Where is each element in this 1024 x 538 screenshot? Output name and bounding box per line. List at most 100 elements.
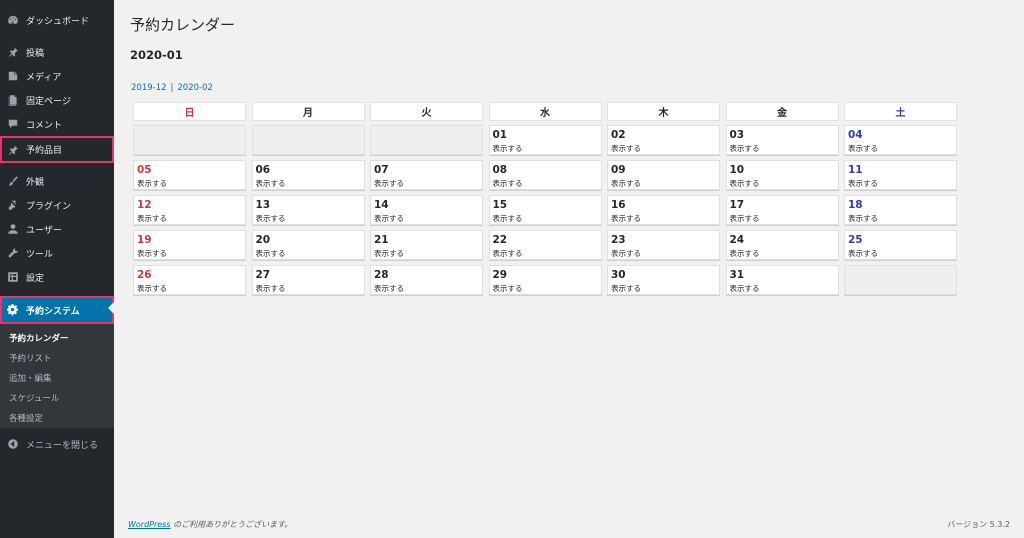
menu-tools[interactable]: ツール — [0, 241, 114, 265]
menu-label: 設定 — [26, 273, 45, 284]
calendar-day-cell: 07 表示する — [370, 160, 483, 190]
calendar-day-cell: 31 表示する — [725, 265, 839, 295]
calendar-day-cell: 19 表示する — [133, 230, 246, 260]
show-day-link[interactable]: 表示する — [611, 143, 641, 154]
collapse-menu-button[interactable]: メニューを閉じる — [0, 432, 114, 456]
month-title: 2020-01 — [130, 48, 183, 62]
day-number: 25 — [848, 234, 863, 246]
show-day-link[interactable]: 表示する — [611, 248, 641, 259]
day-number: 15 — [492, 199, 508, 211]
menu-plugins[interactable]: プラグイン — [0, 193, 114, 217]
calendar-day-cell: 28 表示する — [370, 265, 483, 295]
page-icon — [6, 93, 20, 107]
show-day-link[interactable]: 表示する — [137, 283, 167, 294]
day-number: 06 — [255, 164, 271, 176]
show-day-link[interactable]: 表示する — [493, 143, 523, 154]
calendar-day-cell: 10 表示する — [725, 160, 839, 190]
calendar-empty-cell — [133, 125, 246, 155]
calendar-day-cell: 16 表示する — [607, 195, 720, 225]
admin-sidebar: ダッシュボード 投稿 メディア 固定ページ コメント 予約品目 外観 プラグイン… — [0, 0, 114, 538]
day-number: 10 — [729, 164, 745, 176]
calendar-day-cell: 26 表示する — [133, 265, 246, 295]
day-number: 09 — [611, 164, 626, 176]
show-day-link[interactable]: 表示する — [848, 143, 878, 154]
day-number: 20 — [255, 234, 271, 246]
show-day-link[interactable]: 表示する — [374, 213, 404, 224]
menu-reservation-items[interactable]: 予約品目 — [0, 136, 114, 163]
calendar-day-cell: 22 表示する — [488, 230, 602, 260]
show-day-link[interactable]: 表示する — [848, 248, 878, 259]
dashboard-icon — [6, 13, 20, 27]
calendar-day-cell: 11 表示する — [844, 160, 957, 190]
calendar-day-cell: 08 表示する — [488, 160, 602, 190]
show-day-link[interactable]: 表示する — [730, 178, 760, 189]
calendar-empty-cell — [251, 125, 365, 155]
show-day-link[interactable]: 表示する — [256, 178, 286, 189]
menu-settings[interactable]: 設定 — [0, 265, 114, 289]
menu-label: ダッシュボード — [26, 16, 90, 27]
calendar-day-cell: 21 表示する — [370, 230, 483, 260]
submenu-add-edit[interactable]: 追加・編集 — [9, 372, 52, 384]
show-day-link[interactable]: 表示する — [256, 248, 286, 259]
show-day-link[interactable]: 表示する — [848, 178, 878, 189]
calendar-day-cell: 30 表示する — [607, 265, 720, 295]
show-day-link[interactable]: 表示する — [493, 283, 523, 294]
show-day-link[interactable]: 表示する — [493, 248, 523, 259]
show-day-link[interactable]: 表示する — [730, 283, 760, 294]
show-day-link[interactable]: 表示する — [611, 178, 641, 189]
show-day-link[interactable]: 表示する — [374, 248, 404, 259]
day-number: 13 — [255, 199, 271, 211]
day-number: 29 — [492, 269, 508, 281]
day-number: 16 — [611, 199, 626, 211]
show-day-link[interactable]: 表示する — [256, 213, 286, 224]
show-day-link[interactable]: 表示する — [730, 248, 760, 259]
submenu-list[interactable]: 予約リスト — [9, 352, 52, 364]
comment-icon — [6, 117, 20, 131]
menu-reservation-system[interactable]: 予約システム — [0, 296, 114, 324]
show-day-link[interactable]: 表示する — [137, 178, 167, 189]
day-number: 27 — [255, 269, 271, 281]
footer-thanks-text: のご利用ありがとうございます。 — [170, 520, 293, 529]
media-icon — [6, 69, 20, 83]
menu-comments[interactable]: コメント — [0, 112, 114, 136]
wrench-icon — [6, 246, 20, 260]
menu-dashboard[interactable]: ダッシュボード — [0, 8, 114, 32]
calendar-day-cell: 09 表示する — [607, 160, 720, 190]
menu-appearance[interactable]: 外観 — [0, 169, 114, 193]
show-day-link[interactable]: 表示する — [730, 213, 760, 224]
show-day-link[interactable]: 表示する — [374, 178, 404, 189]
calendar-day-cell: 27 表示する — [251, 265, 365, 295]
show-day-link[interactable]: 表示する — [611, 283, 641, 294]
show-day-link[interactable]: 表示する — [848, 213, 878, 224]
show-day-link[interactable]: 表示する — [137, 248, 167, 259]
calendar-day-cell: 17 表示する — [725, 195, 839, 225]
next-month-link[interactable]: 2020-02 — [177, 83, 213, 93]
prev-month-link[interactable]: 2019-12 — [131, 83, 167, 93]
show-day-link[interactable]: 表示する — [137, 213, 167, 224]
menu-users[interactable]: ユーザー — [0, 217, 114, 241]
day-number: 31 — [729, 269, 745, 281]
show-day-link[interactable]: 表示する — [493, 213, 523, 224]
menu-pages[interactable]: 固定ページ — [0, 88, 114, 112]
submenu-calendar[interactable]: 予約カレンダー — [9, 332, 69, 344]
settings-icon — [6, 270, 20, 284]
menu-posts[interactable]: 投稿 — [0, 40, 114, 64]
submenu-settings[interactable]: 各種設定 — [9, 412, 43, 424]
show-day-link[interactable]: 表示する — [256, 283, 286, 294]
menu-media[interactable]: メディア — [0, 64, 114, 88]
menu-label: メニューを閉じる — [26, 440, 99, 451]
submenu-schedule[interactable]: スケジュール — [9, 392, 59, 404]
day-number: 11 — [848, 164, 863, 176]
weekday-header: 日 — [133, 102, 246, 121]
show-day-link[interactable]: 表示する — [611, 213, 641, 224]
calendar-day-cell: 24 表示する — [725, 230, 839, 260]
show-day-link[interactable]: 表示する — [493, 178, 523, 189]
show-day-link[interactable]: 表示する — [374, 283, 404, 294]
pin-icon — [6, 45, 20, 59]
day-number: 05 — [137, 164, 152, 176]
user-icon — [6, 222, 20, 236]
show-day-link[interactable]: 表示する — [730, 143, 760, 154]
wordpress-link[interactable]: WordPress — [128, 520, 171, 529]
weekday-header: 火 — [370, 102, 483, 121]
day-number: 30 — [611, 269, 626, 281]
